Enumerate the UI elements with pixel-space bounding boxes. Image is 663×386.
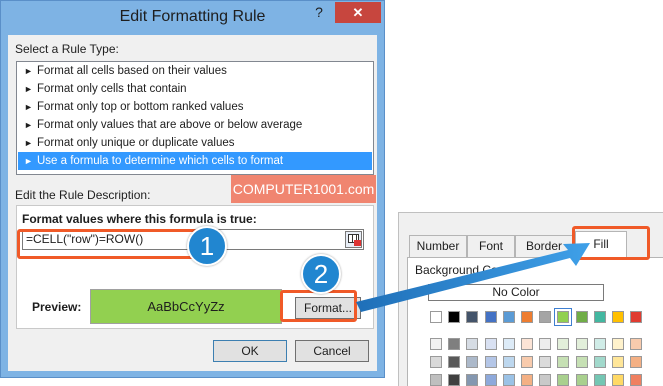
connector-arrow: [356, 243, 590, 312]
screenshot-stage: Edit Formatting Rule ? ✕ Select a Rule T…: [0, 0, 663, 386]
step-2-badge: 2: [301, 254, 341, 294]
arrow-icon: [356, 243, 590, 312]
step-1-badge: 1: [187, 226, 227, 266]
